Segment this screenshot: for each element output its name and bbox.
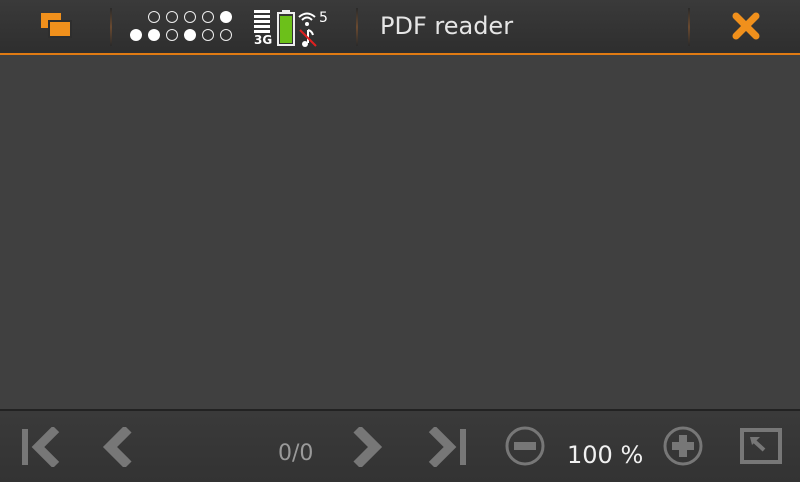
previous-page-icon[interactable]	[100, 425, 132, 469]
task-switcher-icon[interactable]	[40, 12, 74, 40]
network-type: 3G	[254, 33, 273, 47]
document-viewport[interactable]	[0, 55, 800, 409]
page-count: 0/0	[278, 441, 314, 466]
battery-icon	[277, 10, 295, 46]
next-page-icon[interactable]	[353, 425, 385, 469]
close-icon[interactable]	[731, 11, 761, 41]
zoom-in-icon[interactable]	[662, 425, 704, 467]
last-page-icon[interactable]	[428, 425, 468, 469]
first-page-icon[interactable]	[20, 425, 60, 469]
wifi-icon	[297, 10, 317, 30]
zoom-out-icon[interactable]	[504, 425, 546, 467]
toolbar: 0/0 100 %	[0, 409, 800, 482]
music-off-icon	[298, 28, 318, 48]
fullscreen-icon[interactable]	[740, 428, 782, 464]
wifi-count: 5	[319, 10, 328, 26]
app-title: PDF reader	[380, 12, 514, 40]
title-bar: 3G 5 PDF reader	[0, 0, 800, 55]
zoom-level: 100 %	[567, 441, 644, 469]
